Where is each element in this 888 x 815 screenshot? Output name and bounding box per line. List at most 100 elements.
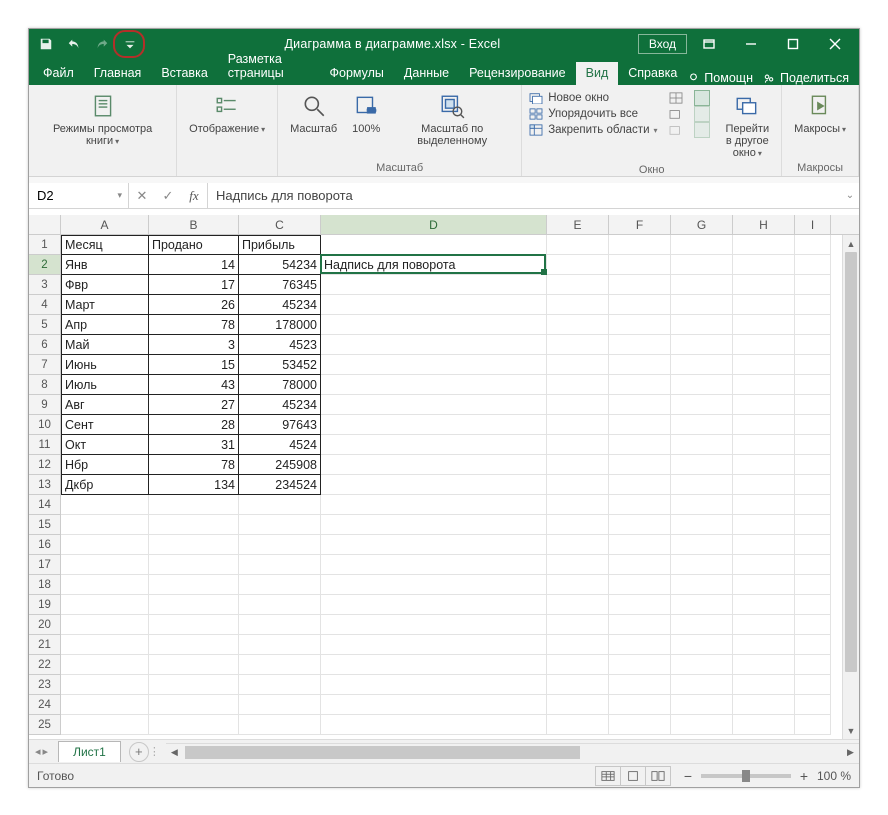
- switch-windows-button[interactable]: Перейти в другое окно: [720, 89, 776, 162]
- cell[interactable]: [733, 555, 795, 575]
- cell[interactable]: [547, 455, 609, 475]
- cell[interactable]: Май: [61, 335, 149, 355]
- row-header[interactable]: 10: [29, 415, 61, 435]
- scroll-up-icon[interactable]: ▲: [843, 235, 859, 252]
- tab-home[interactable]: Главная: [84, 62, 152, 85]
- cell[interactable]: [795, 455, 831, 475]
- cell[interactable]: [795, 395, 831, 415]
- cell[interactable]: 76345: [239, 275, 321, 295]
- expand-formula-icon[interactable]: ⌄: [841, 183, 859, 208]
- row-header[interactable]: 22: [29, 655, 61, 675]
- customize-qat-icon[interactable]: [119, 33, 141, 55]
- cell[interactable]: [61, 715, 149, 735]
- row-header[interactable]: 11: [29, 435, 61, 455]
- cell[interactable]: [547, 435, 609, 455]
- cell[interactable]: 245908: [239, 455, 321, 475]
- cell[interactable]: Март: [61, 295, 149, 315]
- cell[interactable]: [321, 595, 547, 615]
- cell[interactable]: [61, 515, 149, 535]
- cell[interactable]: [795, 415, 831, 435]
- col-header-G[interactable]: G: [671, 215, 733, 234]
- cell[interactable]: [733, 295, 795, 315]
- sheet-tab-1[interactable]: Лист1: [58, 741, 121, 762]
- cell[interactable]: [239, 675, 321, 695]
- cell[interactable]: [239, 535, 321, 555]
- cell[interactable]: 14: [149, 255, 239, 275]
- cell[interactable]: [671, 495, 733, 515]
- cell[interactable]: [609, 315, 671, 335]
- cell[interactable]: [609, 435, 671, 455]
- cell[interactable]: [321, 455, 547, 475]
- cell[interactable]: Прибыль: [239, 235, 321, 255]
- cell[interactable]: [149, 575, 239, 595]
- cell[interactable]: 134: [149, 475, 239, 495]
- cell[interactable]: [61, 695, 149, 715]
- cell[interactable]: [795, 355, 831, 375]
- tell-me[interactable]: Помощн: [687, 71, 753, 85]
- cell[interactable]: [239, 695, 321, 715]
- cell[interactable]: [795, 555, 831, 575]
- cell[interactable]: [733, 715, 795, 735]
- cell[interactable]: [795, 695, 831, 715]
- zoom-slider[interactable]: [701, 774, 791, 778]
- cell[interactable]: [609, 515, 671, 535]
- new-sheet-button[interactable]: +: [129, 742, 149, 762]
- cell[interactable]: [671, 315, 733, 335]
- cell[interactable]: [733, 275, 795, 295]
- cell[interactable]: [149, 655, 239, 675]
- workbook-views-button[interactable]: Режимы просмотра книги: [35, 89, 170, 150]
- freeze-panes-button[interactable]: Закрепить области ▾: [528, 123, 657, 137]
- row-header[interactable]: 15: [29, 515, 61, 535]
- cell[interactable]: [547, 415, 609, 435]
- col-header-E[interactable]: E: [547, 215, 609, 234]
- cell[interactable]: [239, 655, 321, 675]
- cell[interactable]: 78000: [239, 375, 321, 395]
- cell[interactable]: [61, 535, 149, 555]
- row-header[interactable]: 14: [29, 495, 61, 515]
- cell[interactable]: [321, 535, 547, 555]
- cell[interactable]: [239, 715, 321, 735]
- close-icon[interactable]: [815, 29, 855, 59]
- cell[interactable]: [609, 355, 671, 375]
- scroll-down-icon[interactable]: ▼: [843, 722, 859, 739]
- cell[interactable]: [671, 235, 733, 255]
- cell[interactable]: [149, 615, 239, 635]
- cell[interactable]: [671, 535, 733, 555]
- zoom-out-button[interactable]: −: [681, 768, 695, 784]
- col-header-D[interactable]: D: [321, 215, 547, 234]
- row-header[interactable]: 23: [29, 675, 61, 695]
- cell[interactable]: [733, 435, 795, 455]
- sync-scroll-button[interactable]: [694, 107, 710, 121]
- cell[interactable]: [671, 595, 733, 615]
- cell[interactable]: 4524: [239, 435, 321, 455]
- cell[interactable]: [321, 575, 547, 595]
- macros-button[interactable]: Макросы: [788, 89, 852, 138]
- cell[interactable]: [733, 495, 795, 515]
- cell[interactable]: [547, 335, 609, 355]
- cell[interactable]: 97643: [239, 415, 321, 435]
- cell[interactable]: [733, 355, 795, 375]
- cell[interactable]: [609, 275, 671, 295]
- cell[interactable]: [321, 635, 547, 655]
- split-button[interactable]: [668, 91, 684, 105]
- cell[interactable]: [671, 675, 733, 695]
- unhide-button[interactable]: [668, 123, 684, 137]
- tab-help[interactable]: Справка: [618, 62, 687, 85]
- row-header[interactable]: 7: [29, 355, 61, 375]
- cell[interactable]: [321, 555, 547, 575]
- tab-formulas[interactable]: Формулы: [320, 62, 394, 85]
- cell[interactable]: 4523: [239, 335, 321, 355]
- cell[interactable]: [795, 275, 831, 295]
- cancel-formula-icon[interactable]: ✕: [129, 188, 155, 204]
- cell[interactable]: [321, 695, 547, 715]
- zoom-in-button[interactable]: +: [797, 768, 811, 784]
- cell[interactable]: [321, 715, 547, 735]
- cell[interactable]: [547, 475, 609, 495]
- cell[interactable]: [671, 575, 733, 595]
- row-header[interactable]: 3: [29, 275, 61, 295]
- tab-insert[interactable]: Вставка: [151, 62, 217, 85]
- cell[interactable]: [733, 235, 795, 255]
- col-header-I[interactable]: I: [795, 215, 831, 234]
- cell[interactable]: [671, 475, 733, 495]
- cell[interactable]: [609, 295, 671, 315]
